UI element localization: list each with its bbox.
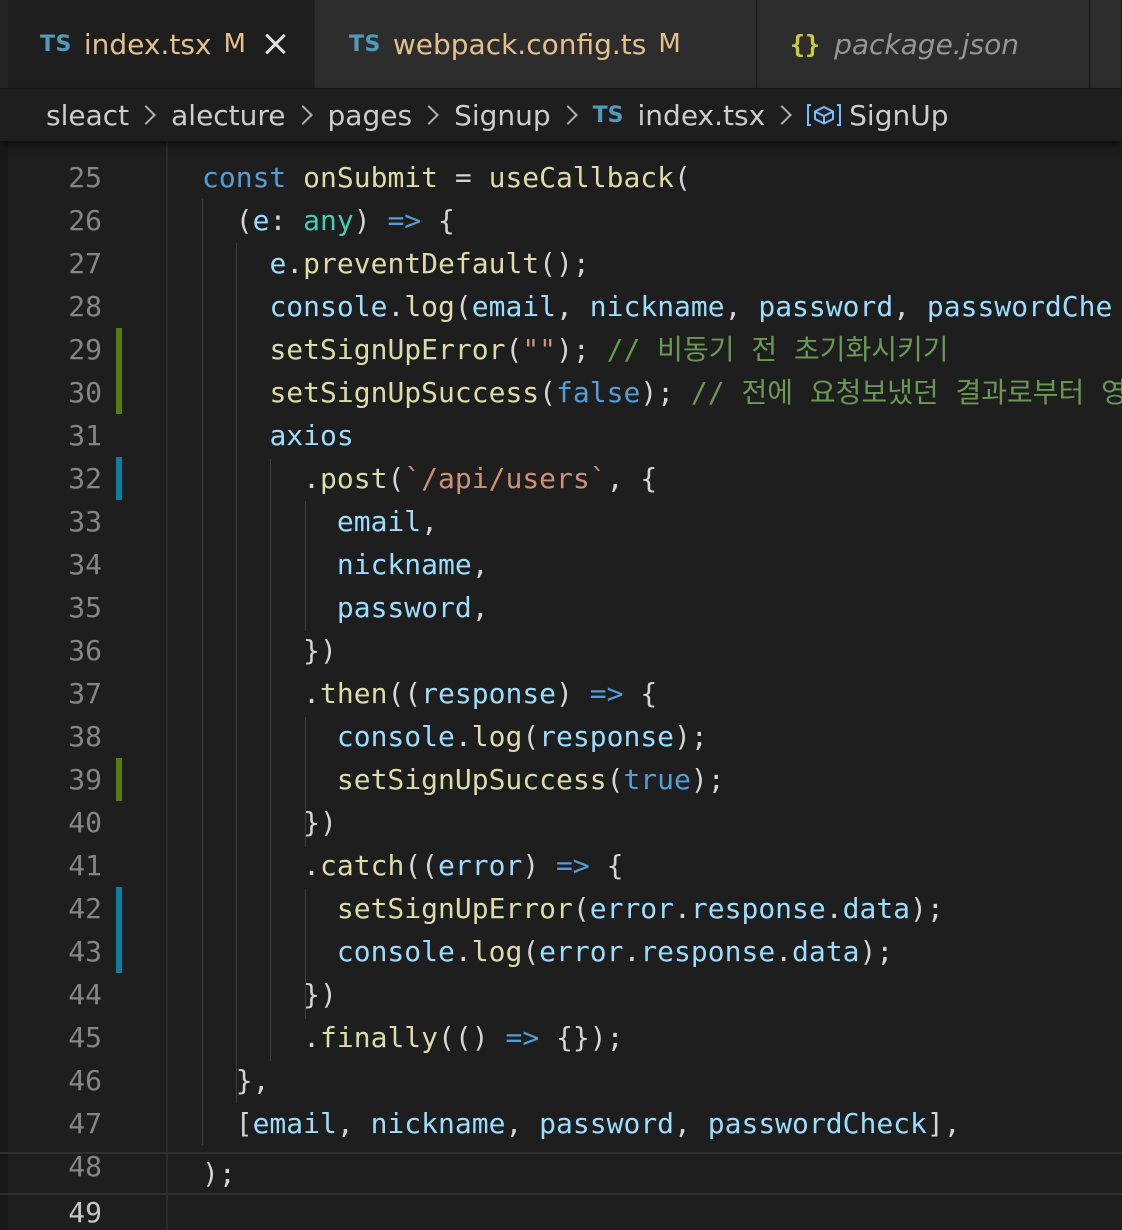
- json-file-icon: {}: [790, 29, 821, 59]
- code-token: passwordChe: [926, 290, 1113, 323]
- code-text: },: [202, 1064, 270, 1097]
- code-text: email,: [336, 505, 439, 538]
- git-modified-marker[interactable]: [116, 887, 122, 930]
- variable-symbol-icon: [807, 102, 842, 128]
- tab-webpack-config[interactable]: TS webpack.config.ts M: [315, 0, 757, 88]
- code-line: 45 }): [0, 973, 1122, 1054]
- code-text: axios: [269, 419, 354, 452]
- code-line: 47 },: [0, 1059, 1122, 1140]
- code-line-current: 49 );: [0, 1152, 1122, 1229]
- code-text: (e: any) => {: [202, 204, 455, 237]
- code-text: .then((response) => {: [202, 677, 658, 710]
- code-line: 36 password,: [0, 586, 1122, 667]
- git-modified-marker[interactable]: [116, 457, 122, 500]
- breadcrumb: sleact alecture pages Signup TS index.ts…: [0, 89, 1122, 141]
- code-line: 50: [0, 1195, 1122, 1230]
- code-text: setSignUpError(""); // 비동기 전 초기화시키기: [269, 333, 949, 366]
- code-line: 30 setSignUpError(""); // 비동기 전 초기화시키기: [0, 328, 1122, 409]
- code-line: 35 nickname,: [0, 543, 1122, 624]
- breadcrumb-file[interactable]: index.tsx: [638, 99, 766, 132]
- code-line: 41 }): [0, 801, 1122, 882]
- code-text: const onSubmit = useCallback(: [202, 161, 691, 194]
- chevron-right-icon: [419, 105, 439, 125]
- code-text: nickname,: [336, 548, 489, 581]
- git-modified-marker[interactable]: [116, 930, 122, 973]
- code-text: e.preventDefault();: [269, 247, 590, 280]
- chevron-right-icon: [557, 105, 578, 125]
- code-line: 34 email,: [0, 500, 1122, 581]
- code-text: [email, nickname, password, passwordChec…: [202, 1107, 961, 1140]
- editor-tab-bar: TS index.tsx M TS webpack.config.ts M {}…: [0, 0, 1122, 89]
- close-icon[interactable]: [262, 31, 288, 57]
- code-line: 48 [email, nickname, password, passwordC…: [0, 1102, 1122, 1183]
- breadcrumb-item[interactable]: Signup: [454, 99, 551, 132]
- git-added-marker[interactable]: [116, 758, 122, 801]
- code-text: console.log(response);: [336, 720, 708, 753]
- code-line: 26 const onSubmit = useCallback(: [0, 156, 1122, 237]
- tab-label: index.tsx: [83, 27, 212, 61]
- breadcrumb-symbol[interactable]: SignUp: [849, 99, 948, 132]
- code-line: 27 (e: any) => {: [0, 199, 1122, 280]
- breadcrumb-item[interactable]: alecture: [171, 99, 285, 132]
- typescript-file-icon: TS: [349, 31, 381, 57]
- string-literal: `/api/users`: [404, 462, 607, 495]
- breadcrumb-item[interactable]: pages: [328, 99, 413, 132]
- breadcrumb-item[interactable]: sleact: [46, 99, 129, 132]
- chevron-right-icon: [292, 105, 313, 125]
- git-added-marker[interactable]: [116, 371, 122, 414]
- code-line: 33 .post(`/api/users`, {: [0, 457, 1122, 538]
- typescript-file-icon: TS: [592, 102, 624, 128]
- code-text: }): [202, 634, 337, 667]
- tab-index-tsx[interactable]: TS index.tsx M: [8, 0, 314, 88]
- tab-label: webpack.config.ts: [392, 27, 647, 61]
- code-line: 42 .catch((error) => {: [0, 844, 1122, 925]
- code-text: setSignUpError(error.response.data);: [336, 892, 944, 925]
- code-text: setSignUpSuccess(true);: [336, 763, 725, 796]
- tab-label: package.json: [834, 27, 1019, 61]
- typescript-file-icon: TS: [40, 31, 72, 57]
- tab-package-json[interactable]: {} package.json: [758, 0, 1090, 88]
- code-text: setSignUpSuccess(false); // 전에 요청보냈던 결과로…: [202, 371, 1122, 414]
- git-added-marker[interactable]: [116, 328, 122, 371]
- code-editor[interactable]: 25 26 const onSubmit = useCallback( 27 (…: [0, 141, 1122, 1230]
- tab-overflow[interactable]: [1091, 0, 1122, 88]
- code-line: 28 e.preventDefault();: [0, 242, 1122, 323]
- code-text: .finally(() => {});: [202, 1021, 624, 1054]
- code-line: 43 setSignUpError(error.response.data);: [0, 887, 1122, 968]
- code-text: .catch((error) => {: [202, 849, 624, 882]
- code-comment: // 비동기 전 초기화시키기: [606, 333, 949, 366]
- code-text: console.log(email, nickname, password, p…: [269, 290, 1113, 323]
- code-comment: // 전에 요청보냈던 결과로부터 영: [690, 376, 1122, 409]
- code-line: 32 axios: [0, 414, 1122, 495]
- code-text: }): [202, 806, 337, 839]
- chevron-right-icon: [772, 105, 793, 125]
- code-line: 39 console.log(response);: [0, 715, 1122, 796]
- code-line: 44 console.log(error.response.data);: [0, 930, 1122, 1011]
- modified-indicator: M: [658, 29, 681, 59]
- code-line: 40 setSignUpSuccess(true);: [0, 758, 1122, 839]
- code-line: 31 setSignUpSuccess(false); // 전에 요청보냈던 …: [0, 371, 1122, 452]
- modified-indicator: M: [223, 29, 246, 59]
- code-line: 38 .then((response) => {: [0, 672, 1122, 753]
- string-literal: "": [522, 333, 557, 366]
- code-line: 37 }): [0, 629, 1122, 710]
- code-text: password,: [336, 591, 489, 624]
- chevron-right-icon: [136, 105, 157, 125]
- code-text: .post(`/api/users`, {: [202, 462, 658, 495]
- code-text: console.log(error.response.data);: [336, 935, 894, 968]
- code-text: }): [202, 978, 337, 1011]
- code-line: 25: [0, 141, 1122, 194]
- code-text: );: [202, 1157, 236, 1190]
- code-line: 29 console.log(email, nickname, password…: [0, 285, 1122, 366]
- code-line: 46 .finally(() => {});: [0, 1016, 1122, 1097]
